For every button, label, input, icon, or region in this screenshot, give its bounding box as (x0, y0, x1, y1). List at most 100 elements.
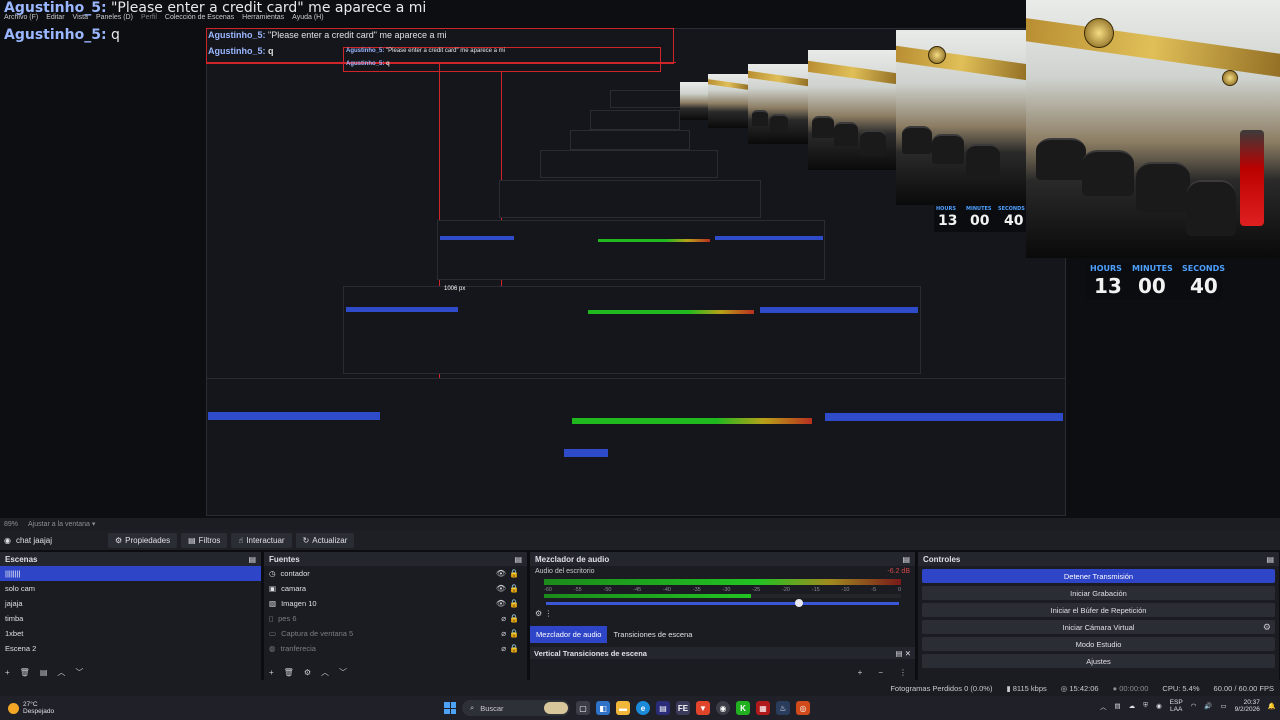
more-icon[interactable]: ⋮ (899, 668, 907, 677)
menu-scene-collection[interactable]: Colección de Escenas (165, 14, 234, 21)
meter-tick: -5 (871, 587, 877, 593)
widgets-icon[interactable]: ◧ (596, 701, 610, 715)
studio-mode-button[interactable]: Modo Estudio (922, 637, 1275, 651)
game-icon[interactable]: K (736, 701, 750, 715)
nested-obs-window (499, 180, 761, 218)
source-item[interactable]: ▨ Imagen 10 👁🔒 (264, 596, 527, 611)
source-item[interactable]: ▣ camara 👁🔒 (264, 581, 527, 596)
app-icon[interactable]: ▤ (656, 701, 670, 715)
filters-button[interactable]: ▤ Filtros (181, 532, 228, 548)
app-tray-icon[interactable]: ◉ (1156, 702, 1162, 710)
clock[interactable]: 20:37 9/2/2026 (1235, 699, 1260, 714)
nested-obs-window (540, 150, 718, 178)
fe-app-icon[interactable]: FE (676, 701, 690, 715)
scene-item[interactable]: jajaja (0, 596, 261, 611)
refresh-button[interactable]: ↻ Actualizar (295, 532, 355, 548)
shield-icon[interactable]: ⛨ (1143, 702, 1148, 710)
mixer-footer: + − ⋮ (530, 664, 915, 680)
scene-item[interactable]: 1xbet (0, 626, 261, 641)
stream-time: ◎ 15:42:06 (1060, 683, 1099, 693)
scene-item[interactable]: |||||||| (0, 566, 261, 581)
interact-button[interactable]: ☝ Interactuar (231, 532, 292, 548)
nested-meter (572, 418, 812, 424)
source-item[interactable]: ◍ tranferecia ⌀🔒 (264, 641, 527, 656)
start-virtual-camera-button[interactable]: Iniciar Cámara Virtual ⚙ (922, 620, 1275, 634)
mixer-settings[interactable]: ⚙ ⋮ (530, 609, 915, 618)
chevron-up-icon[interactable]: ︿ (57, 667, 65, 678)
add-icon[interactable]: + (858, 668, 863, 677)
github-icon[interactable]: ◉ (716, 701, 730, 715)
start-replay-buffer-button[interactable]: Iniciar el Búfer de Repetición (922, 603, 1275, 617)
stop-streaming-button[interactable]: Detener Transmisión (922, 569, 1275, 583)
menu-docks[interactable]: Paneles (D) (96, 14, 133, 21)
gear-icon[interactable]: ⚙ (1263, 622, 1271, 633)
volume-icon[interactable]: 🔊 (1204, 702, 1212, 710)
menu-view[interactable]: Vista (73, 14, 88, 21)
signal-icon: ▮ (1006, 683, 1011, 693)
wifi-icon[interactable]: ◠ (1191, 702, 1197, 710)
seconds-label: SECONDS (998, 206, 1025, 212)
taskbar-search[interactable]: ⌕ Buscar (462, 700, 570, 716)
channel-header: Audio del escritorio -6.2 dB (535, 568, 910, 575)
filter-icon[interactable]: ▤ (40, 668, 48, 677)
record-time: ● 00:00:00 (1112, 683, 1149, 693)
settings-button[interactable]: Ajustes (922, 654, 1275, 668)
edge-icon[interactable]: e (636, 701, 650, 715)
properties-button[interactable]: ⚙ Propiedades (108, 532, 178, 548)
gear-icon[interactable]: ⚙ (304, 668, 311, 677)
menu-edit[interactable]: Editar (46, 14, 64, 21)
nested-meter (598, 239, 710, 242)
tab-scene-transitions[interactable]: Transiciones de escena (607, 626, 698, 643)
menu-profile[interactable]: Perfil (141, 14, 157, 21)
scene-item[interactable]: Escena 2 (0, 641, 261, 656)
screen: Agustinho_5: "Please enter a credit card… (0, 0, 1280, 720)
audio-mixer-dock: Mezclador de audio ▤ Audio del escritorio… (530, 552, 916, 680)
hidden-icon: ⌀🔒 (501, 644, 522, 653)
scene-item[interactable]: solo cam (0, 581, 261, 596)
language-indicator[interactable]: ESP LAA (1170, 699, 1183, 714)
scene-item[interactable]: timba (0, 611, 261, 626)
bell-icon[interactable]: 🔔 (1268, 702, 1276, 710)
task-view-icon[interactable]: ▢ (576, 701, 590, 715)
obs-preview[interactable]: Agustinho_5: "Please enter a credit card… (0, 0, 1280, 518)
weather-widget[interactable]: 27°C Despejado (8, 701, 54, 715)
scenes-title: Escenas ▤ (0, 552, 261, 566)
dock-menu-icon: ▤ (248, 555, 256, 564)
chevron-down-icon[interactable]: ﹀ (75, 667, 83, 678)
brave-icon[interactable]: ▼ (696, 701, 710, 715)
source-item[interactable]: ▯ pes 6 ⌀🔒 (264, 611, 527, 626)
steam-icon[interactable]: ♨ (776, 701, 790, 715)
chevron-up-icon[interactable]: ︿ (1100, 701, 1107, 711)
globe-icon: ◍ (269, 644, 276, 653)
fit-window-dropdown[interactable]: Ajustar a la ventana ▾ (28, 520, 95, 528)
source-item[interactable]: ▭ Captura de ventana 5 ⌀🔒 (264, 626, 527, 641)
source-item[interactable]: ◷ contador 👁🔒 (264, 566, 527, 581)
start-recording-button[interactable]: Iniciar Grabación (922, 586, 1275, 600)
gear-icon: ⚙ (535, 609, 543, 618)
trash-icon[interactable]: 🗑 (20, 668, 30, 677)
add-icon[interactable]: + (269, 668, 274, 677)
obs-icon[interactable]: ◎ (796, 701, 810, 715)
menu-help[interactable]: Ayuda (H) (292, 14, 323, 21)
file-explorer-icon[interactable]: ▬ (616, 701, 630, 715)
chevron-up-icon[interactable]: ︿ (321, 667, 329, 678)
close-icon[interactable]: ▤ ✕ (896, 649, 911, 658)
cloud-icon[interactable]: ☁ (1129, 702, 1136, 710)
volume-slider[interactable] (546, 599, 899, 607)
camera-icon: ▣ (269, 584, 277, 593)
add-icon[interactable]: + (5, 668, 10, 677)
trash-icon[interactable]: 🗑 (284, 668, 294, 677)
menu-file[interactable]: Archivo (F) (4, 14, 38, 21)
network-icon[interactable]: ▤ (1114, 702, 1120, 710)
tab-audio-mixer[interactable]: Mezclador de audio (530, 626, 608, 643)
battery-icon[interactable]: ▭ (1220, 702, 1226, 710)
volume-knob[interactable] (795, 599, 803, 607)
zoom-level[interactable]: 89% (4, 521, 18, 528)
remove-icon[interactable]: − (878, 668, 883, 677)
nested-obs-window (610, 90, 690, 108)
windows-start-icon[interactable] (444, 702, 456, 714)
menu-tools[interactable]: Herramientas (242, 14, 284, 21)
chevron-down-icon[interactable]: ﹀ (339, 667, 347, 678)
app-red-icon[interactable]: ▦ (756, 701, 770, 715)
nested-chat-line: Agustinho_5: q (208, 46, 274, 56)
